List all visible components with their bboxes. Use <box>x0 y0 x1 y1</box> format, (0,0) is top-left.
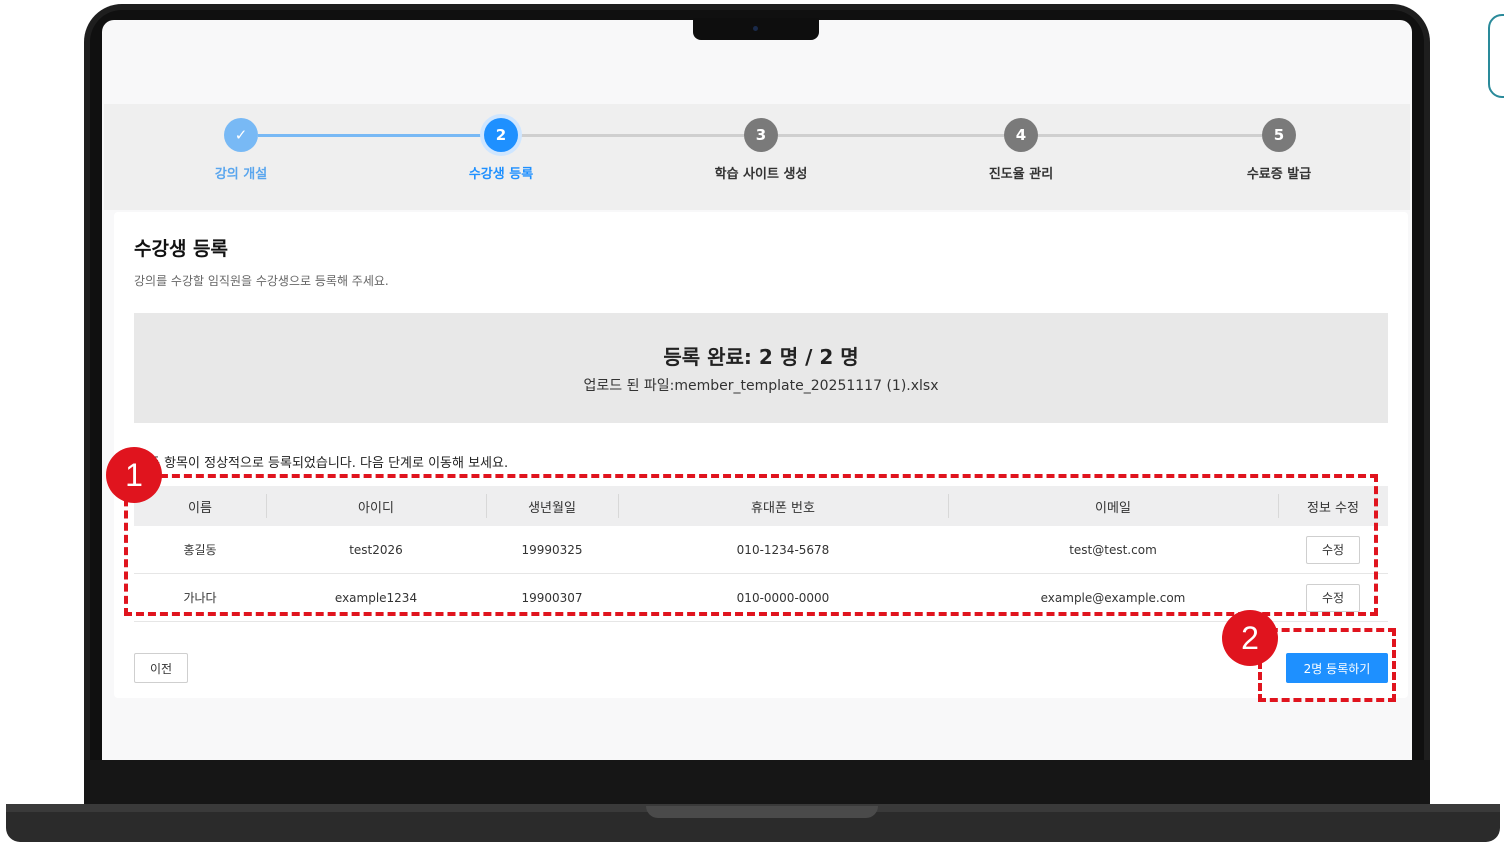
step-2-label: 수강생 등록 <box>468 167 534 182</box>
camera-icon <box>753 26 758 31</box>
annotation-box-table <box>124 474 1378 616</box>
step-2-circle[interactable]: 2 <box>484 118 518 152</box>
step-connector-2 <box>518 134 744 137</box>
uploaded-file-name: 업로드 된 파일:member_template_20251117 (1).xl… <box>583 378 939 394</box>
prev-button[interactable]: 이전 <box>134 653 188 683</box>
step-connector-3 <box>778 134 1004 137</box>
camera-notch <box>693 18 819 40</box>
step-4-label: 진도율 관리 <box>988 167 1054 182</box>
step-connector-4 <box>1036 134 1262 137</box>
step-3-circle[interactable]: 3 <box>744 118 778 152</box>
summary-title: 등록 완료: 2 명 / 2 명 <box>663 345 859 369</box>
base-groove <box>646 806 878 818</box>
laptop-chin <box>84 760 1430 806</box>
page-subtitle: 강의를 수강할 임직원을 수강생으로 등록해 주세요. <box>134 274 389 288</box>
step-3-label: 학습 사이트 생성 <box>714 167 808 182</box>
page-title: 수강생 등록 <box>134 238 229 260</box>
step-5-circle[interactable]: 5 <box>1262 118 1296 152</box>
registration-summary: 등록 완료: 2 명 / 2 명 업로드 된 파일:member_templat… <box>134 313 1388 423</box>
annotation-badge-1: 1 <box>106 447 162 503</box>
step-1-label: 강의 개설 <box>214 167 268 182</box>
annotation-badge-2: 2 <box>1222 610 1278 666</box>
step-1-check-icon[interactable]: ✓ <box>224 118 258 152</box>
success-notice: 든 항목이 정상적으로 등록되었습니다. 다음 단계로 이동해 보세요. <box>148 456 509 471</box>
step-connector-1 <box>258 134 484 137</box>
step-5-label: 수료증 발급 <box>1246 167 1312 182</box>
side-callout-border <box>1488 14 1504 98</box>
laptop-base <box>6 804 1500 842</box>
laptop-frame: ✓ 2 3 4 5 강의 개설 수강생 등록 학습 사이트 생성 진도율 관리 … <box>0 0 1504 842</box>
annotation-box-register <box>1258 628 1396 702</box>
step-4-circle[interactable]: 4 <box>1004 118 1038 152</box>
